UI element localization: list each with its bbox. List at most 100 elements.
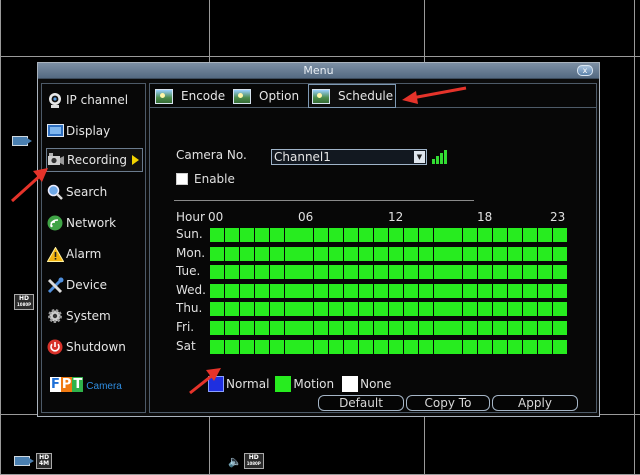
schedule-cell[interactable] xyxy=(522,302,537,317)
schedule-cell[interactable] xyxy=(254,339,269,354)
schedule-cell[interactable] xyxy=(359,228,373,242)
schedule-cell[interactable] xyxy=(448,283,463,298)
schedule-cell[interactable] xyxy=(359,265,373,280)
schedule-cell[interactable] xyxy=(239,246,254,261)
schedule-cell[interactable] xyxy=(522,283,537,298)
schedule-cell[interactable] xyxy=(254,283,269,298)
schedule-cell[interactable] xyxy=(224,283,239,298)
schedule-cell[interactable] xyxy=(224,302,239,317)
schedule-cell[interactable] xyxy=(433,246,448,261)
schedule-cell[interactable] xyxy=(373,246,388,261)
schedule-cell[interactable] xyxy=(359,321,373,335)
sidebar-item-device[interactable]: Device xyxy=(46,273,143,297)
schedule-cell[interactable] xyxy=(522,228,537,242)
schedule-cell[interactable] xyxy=(508,265,522,280)
tab-option[interactable]: Option xyxy=(230,85,304,107)
schedule-cell[interactable] xyxy=(224,339,239,354)
schedule-cell[interactable] xyxy=(493,283,508,298)
schedule-cell[interactable] xyxy=(448,246,463,261)
schedule-cell[interactable] xyxy=(478,321,493,335)
schedule-cell[interactable] xyxy=(552,265,567,280)
schedule-cell[interactable] xyxy=(373,265,388,280)
schedule-cell[interactable] xyxy=(388,339,403,354)
schedule-cell[interactable] xyxy=(269,246,284,261)
schedule-cell[interactable] xyxy=(269,228,284,242)
schedule-cell[interactable] xyxy=(403,265,418,280)
schedule-cell[interactable] xyxy=(329,265,344,280)
schedule-cell[interactable] xyxy=(388,321,403,335)
schedule-cell[interactable] xyxy=(552,246,567,261)
close-button[interactable]: x xyxy=(577,65,593,76)
schedule-cell[interactable] xyxy=(388,283,403,298)
schedule-cell[interactable] xyxy=(463,339,478,354)
schedule-cell[interactable] xyxy=(329,283,344,298)
schedule-cell[interactable] xyxy=(448,265,463,280)
schedule-cell[interactable] xyxy=(508,246,522,261)
apply-button[interactable]: Apply xyxy=(492,395,578,411)
schedule-cell[interactable] xyxy=(552,339,567,354)
schedule-cell[interactable] xyxy=(418,228,433,242)
schedule-cell[interactable] xyxy=(239,339,254,354)
schedule-cell[interactable] xyxy=(269,265,284,280)
schedule-cell[interactable] xyxy=(359,302,373,317)
schedule-cell[interactable] xyxy=(344,339,359,354)
schedule-cell[interactable] xyxy=(254,228,269,242)
sidebar-item-shutdown[interactable]: Shutdown xyxy=(46,335,143,359)
schedule-cell[interactable] xyxy=(537,246,552,261)
schedule-cell[interactable] xyxy=(463,228,478,242)
sidebar-item-search[interactable]: Search xyxy=(46,180,143,204)
schedule-cell[interactable] xyxy=(210,321,224,335)
schedule-cell[interactable] xyxy=(418,246,433,261)
schedule-cell[interactable] xyxy=(269,339,284,354)
schedule-cell[interactable] xyxy=(284,228,299,242)
schedule-cell[interactable] xyxy=(299,228,314,242)
schedule-cell[interactable] xyxy=(314,302,329,317)
schedule-cell[interactable] xyxy=(463,321,478,335)
schedule-cell[interactable] xyxy=(373,302,388,317)
schedule-cell[interactable] xyxy=(254,321,269,335)
schedule-cell[interactable] xyxy=(284,339,299,354)
schedule-cell[interactable] xyxy=(239,302,254,317)
sidebar-item-recording[interactable]: Recording xyxy=(46,148,143,172)
schedule-cell[interactable] xyxy=(418,265,433,280)
schedule-cell[interactable] xyxy=(522,339,537,354)
schedule-cell[interactable] xyxy=(537,228,552,242)
schedule-cell[interactable] xyxy=(254,265,269,280)
schedule-cell[interactable] xyxy=(388,246,403,261)
schedule-cell[interactable] xyxy=(508,321,522,335)
copy-to-button[interactable]: Copy To xyxy=(406,395,490,411)
schedule-cell[interactable] xyxy=(403,302,418,317)
schedule-cell[interactable] xyxy=(329,246,344,261)
schedule-cell[interactable] xyxy=(418,302,433,317)
schedule-cell[interactable] xyxy=(373,339,388,354)
schedule-cell[interactable] xyxy=(508,283,522,298)
schedule-cell[interactable] xyxy=(224,228,239,242)
schedule-cell[interactable] xyxy=(284,302,299,317)
schedule-cell[interactable] xyxy=(463,246,478,261)
schedule-cell[interactable] xyxy=(388,302,403,317)
schedule-cell[interactable] xyxy=(210,339,224,354)
schedule-cell[interactable] xyxy=(552,302,567,317)
schedule-cell[interactable] xyxy=(388,228,403,242)
sidebar-item-network[interactable]: Network xyxy=(46,211,143,235)
schedule-cell[interactable] xyxy=(359,283,373,298)
schedule-cell[interactable] xyxy=(478,246,493,261)
schedule-cell[interactable] xyxy=(329,321,344,335)
schedule-cell[interactable] xyxy=(493,302,508,317)
schedule-cell[interactable] xyxy=(344,265,359,280)
schedule-cell[interactable] xyxy=(299,246,314,261)
schedule-cell[interactable] xyxy=(508,228,522,242)
schedule-cell[interactable] xyxy=(269,283,284,298)
schedule-cell[interactable] xyxy=(373,321,388,335)
schedule-cell[interactable] xyxy=(508,302,522,317)
schedule-cell[interactable] xyxy=(239,321,254,335)
schedule-cell[interactable] xyxy=(344,246,359,261)
schedule-cell[interactable] xyxy=(314,246,329,261)
schedule-cell[interactable] xyxy=(493,265,508,280)
schedule-cell[interactable] xyxy=(433,302,448,317)
schedule-cell[interactable] xyxy=(478,265,493,280)
schedule-cell[interactable] xyxy=(239,265,254,280)
legend-motion-swatch[interactable] xyxy=(275,376,292,392)
schedule-cell[interactable] xyxy=(552,228,567,242)
schedule-cell[interactable] xyxy=(433,321,448,335)
